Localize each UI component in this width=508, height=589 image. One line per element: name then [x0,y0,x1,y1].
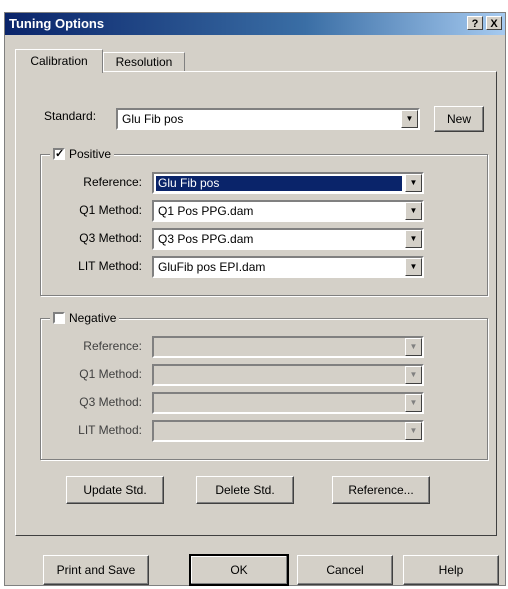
title-bar[interactable]: Tuning Options ? X [5,13,505,35]
negative-q3-label: Q3 Method: [79,395,142,409]
positive-reference-select[interactable]: Glu Fib pos ▼ [152,172,424,194]
positive-label: Positive [69,147,112,161]
chevron-down-icon[interactable]: ▼ [405,174,422,192]
delete-std-button[interactable]: Delete Std. [196,476,294,504]
negative-q1-label: Q1 Method: [79,367,142,381]
calibration-panel: Standard: Glu Fib pos ▼ New ✓ Positive R… [15,71,497,536]
window-title: Tuning Options [9,16,105,31]
negative-legend[interactable]: Negative [50,311,120,325]
print-and-save-button[interactable]: Print and Save [43,555,149,585]
chevron-down-icon[interactable]: ▼ [405,202,422,220]
positive-q1-label: Q1 Method: [79,203,142,217]
negative-label: Negative [69,311,117,325]
tab-resolution[interactable]: Resolution [103,52,185,72]
positive-q1-select[interactable]: Q1 Pos PPG.dam ▼ [152,200,424,222]
negative-q3-value [156,396,402,411]
negative-q1-value [156,368,402,383]
positive-q1-value: Q1 Pos PPG.dam [158,204,254,218]
chevron-down-icon[interactable]: ▼ [405,258,422,276]
positive-reference-value: Glu Fib pos [156,176,402,191]
positive-legend[interactable]: ✓ Positive [50,147,115,161]
positive-q3-value: Q3 Pos PPG.dam [158,232,254,246]
positive-lit-label: LIT Method: [78,259,142,273]
reference-button[interactable]: Reference... [332,476,430,504]
negative-reference-select: ▼ [152,336,424,358]
standard-select[interactable]: Glu Fib pos ▼ [116,108,420,130]
help-button[interactable]: Help [403,555,499,585]
negative-reference-value [156,340,402,355]
help-title-button[interactable]: ? [467,16,483,30]
positive-lit-select[interactable]: GluFib pos EPI.dam ▼ [152,256,424,278]
chevron-down-icon: ▼ [405,394,422,412]
ok-button[interactable]: OK [189,554,289,586]
chevron-down-icon[interactable]: ▼ [405,230,422,248]
negative-lit-select: ▼ [152,420,424,442]
standard-label: Standard: [44,109,97,123]
tab-calibration[interactable]: Calibration [15,49,103,73]
update-std-button[interactable]: Update Std. [66,476,164,504]
chevron-down-icon[interactable]: ▼ [401,110,418,128]
chevron-down-icon: ▼ [405,366,422,384]
close-title-button[interactable]: X [486,16,502,30]
chevron-down-icon: ▼ [405,338,422,356]
positive-lit-value: GluFib pos EPI.dam [158,260,266,274]
cancel-button[interactable]: Cancel [297,555,393,585]
negative-lit-label: LIT Method: [78,423,142,437]
negative-reference-label: Reference: [83,339,142,353]
negative-q3-select: ▼ [152,392,424,414]
positive-q3-label: Q3 Method: [79,231,142,245]
new-button[interactable]: New [434,106,484,132]
chevron-down-icon: ▼ [405,422,422,440]
standard-value: Glu Fib pos [122,112,184,126]
positive-checkbox[interactable]: ✓ [53,148,65,160]
negative-checkbox[interactable] [53,312,65,324]
positive-reference-label: Reference: [83,175,142,189]
positive-q3-select[interactable]: Q3 Pos PPG.dam ▼ [152,228,424,250]
tuning-options-dialog: Tuning Options ? X Calibration Resolutio… [4,12,506,586]
negative-q1-select: ▼ [152,364,424,386]
negative-lit-value [156,424,402,439]
